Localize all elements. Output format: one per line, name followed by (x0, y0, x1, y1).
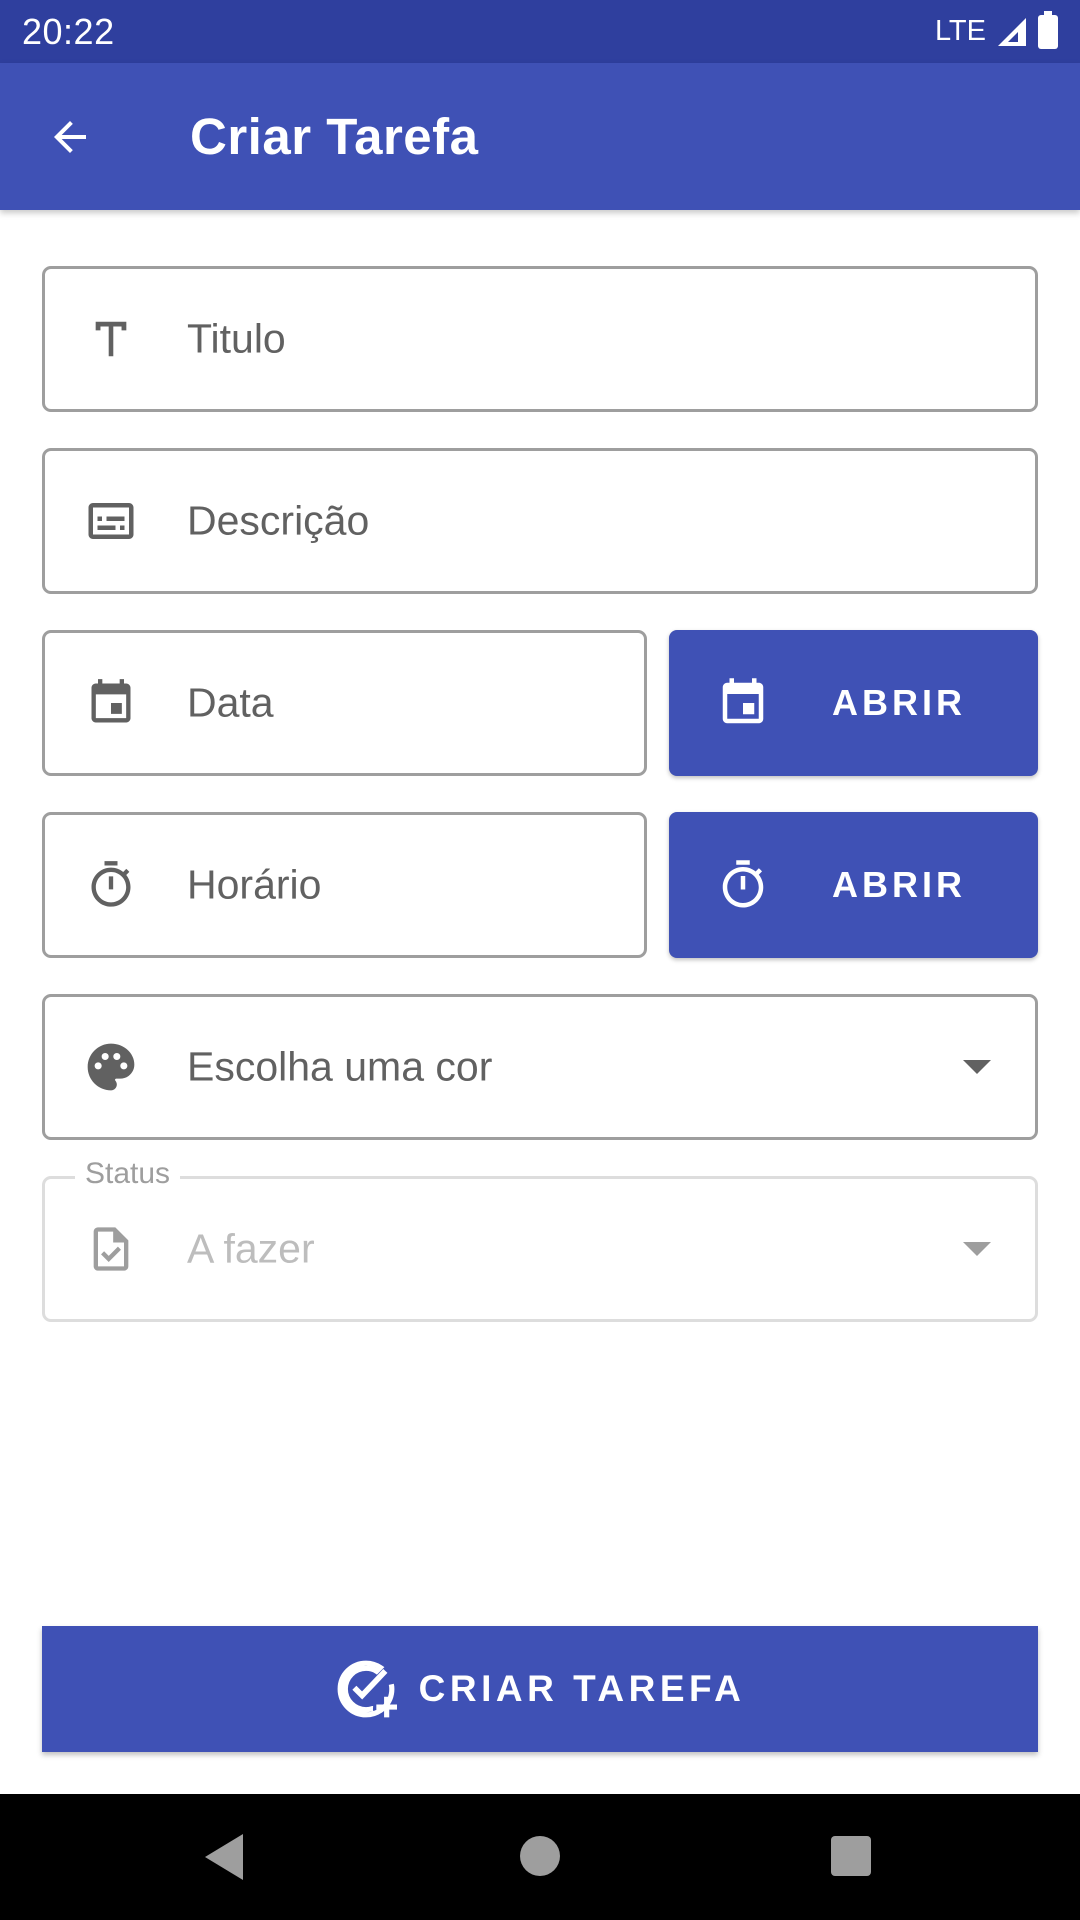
add-task-icon (337, 1660, 397, 1718)
status-time: 20:22 (22, 10, 115, 52)
palette-icon (83, 1039, 139, 1095)
dropdown-arrow-icon (963, 1242, 991, 1256)
calendar-icon (715, 675, 771, 731)
timer-icon (83, 857, 139, 913)
title-field[interactable]: Titulo (42, 266, 1038, 412)
create-task-screen: 20:22 LTE Criar Tarefa Titulo Descrição … (0, 0, 1080, 1920)
date-placeholder: Data (187, 679, 274, 726)
create-task-label: CRIAR TAREFA (418, 1668, 746, 1709)
description-placeholder: Descrição (187, 497, 370, 544)
date-field[interactable]: Data (42, 630, 647, 776)
network-type: LTE (934, 15, 986, 47)
text-format-icon (83, 311, 139, 367)
status-value: A fazer (187, 1225, 315, 1272)
nav-recents-icon[interactable] (831, 1836, 871, 1876)
title-placeholder: Titulo (187, 315, 286, 362)
arrow-back-icon (54, 121, 86, 153)
nav-home-icon[interactable] (520, 1836, 560, 1876)
app-bar: Criar Tarefa (0, 63, 1080, 210)
status-bar: 20:22 LTE (0, 0, 1080, 63)
status-select: Status A fazer (42, 1157, 1038, 1322)
battery-icon (1038, 10, 1058, 49)
color-placeholder: Escolha uma cor (187, 1043, 493, 1090)
back-button[interactable] (38, 105, 102, 169)
navigation-bar (0, 1794, 1080, 1920)
subtitles-icon (83, 493, 139, 549)
dropdown-arrow-icon (963, 1060, 991, 1074)
time-field[interactable]: Horário (42, 812, 647, 958)
timer-icon (715, 857, 771, 913)
open-time-label: ABRIR (832, 864, 966, 905)
time-placeholder: Horário (187, 861, 322, 908)
color-select[interactable]: Escolha uma cor (42, 994, 1038, 1140)
nav-back-icon[interactable] (205, 1834, 243, 1880)
create-task-button[interactable]: CRIAR TAREFA (42, 1626, 1038, 1752)
page-title: Criar Tarefa (190, 108, 479, 165)
task-file-icon (83, 1221, 139, 1277)
open-date-label: ABRIR (832, 682, 966, 723)
description-field[interactable]: Descrição (42, 448, 1038, 594)
status-indicators: LTE (934, 10, 1058, 49)
signal-icon (998, 17, 1026, 46)
calendar-icon (83, 675, 139, 731)
status-label: Status (75, 1157, 181, 1191)
open-time-picker-button[interactable]: ABRIR (669, 812, 1038, 958)
open-date-picker-button[interactable]: ABRIR (669, 630, 1038, 776)
